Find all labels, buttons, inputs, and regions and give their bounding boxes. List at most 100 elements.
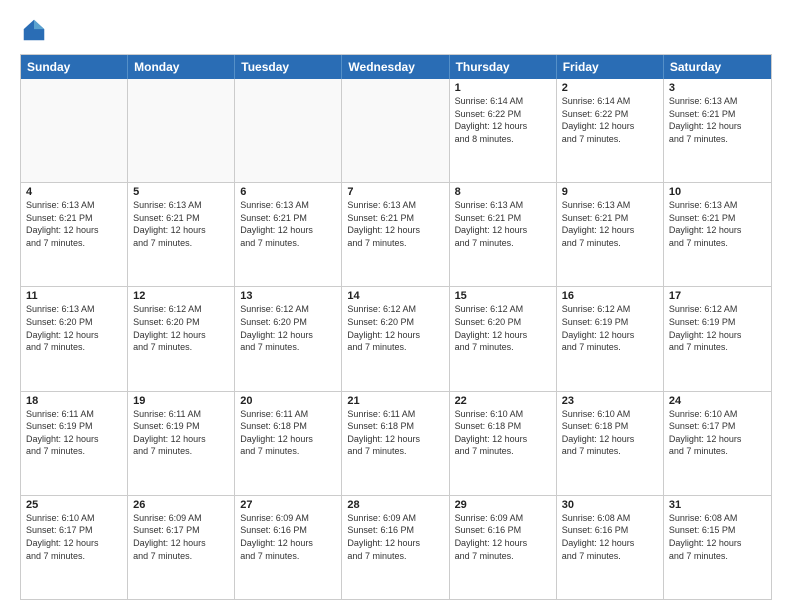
calendar-cell-31: 31Sunrise: 6:08 AMSunset: 6:15 PMDayligh…	[664, 496, 771, 599]
calendar-cell-1: 1Sunrise: 6:14 AMSunset: 6:22 PMDaylight…	[450, 79, 557, 182]
cell-info-line: Daylight: 12 hours	[347, 537, 443, 550]
cell-info-line: Sunrise: 6:10 AM	[455, 408, 551, 421]
header	[20, 16, 772, 44]
cell-info-line: Sunrise: 6:13 AM	[455, 199, 551, 212]
header-day-friday: Friday	[557, 55, 664, 79]
day-number: 10	[669, 186, 766, 198]
cell-info-line: Sunset: 6:15 PM	[669, 524, 766, 537]
cell-info-line: Sunrise: 6:12 AM	[240, 303, 336, 316]
cell-info-line: and 7 minutes.	[347, 550, 443, 563]
day-number: 6	[240, 186, 336, 198]
calendar-cell-5: 5Sunrise: 6:13 AMSunset: 6:21 PMDaylight…	[128, 183, 235, 286]
calendar-cell-8: 8Sunrise: 6:13 AMSunset: 6:21 PMDaylight…	[450, 183, 557, 286]
day-number: 1	[455, 82, 551, 94]
cell-info-line: Daylight: 12 hours	[347, 329, 443, 342]
cell-info-line: Sunset: 6:16 PM	[240, 524, 336, 537]
cell-info-line: and 7 minutes.	[669, 133, 766, 146]
cell-info-line: Sunrise: 6:12 AM	[455, 303, 551, 316]
cell-info-line: Sunset: 6:19 PM	[26, 420, 122, 433]
cell-info-line: Daylight: 12 hours	[455, 120, 551, 133]
day-number: 19	[133, 395, 229, 407]
cell-info-line: Sunrise: 6:10 AM	[26, 512, 122, 525]
calendar-cell-18: 18Sunrise: 6:11 AMSunset: 6:19 PMDayligh…	[21, 392, 128, 495]
cell-info-line: Daylight: 12 hours	[347, 224, 443, 237]
cell-info-line: Sunset: 6:20 PM	[347, 316, 443, 329]
cell-info-line: Sunrise: 6:13 AM	[240, 199, 336, 212]
calendar-cell-16: 16Sunrise: 6:12 AMSunset: 6:19 PMDayligh…	[557, 287, 664, 390]
cell-info-line: and 7 minutes.	[562, 133, 658, 146]
day-number: 20	[240, 395, 336, 407]
cell-info-line: Daylight: 12 hours	[562, 537, 658, 550]
calendar-body: 1Sunrise: 6:14 AMSunset: 6:22 PMDaylight…	[21, 79, 771, 599]
day-number: 7	[347, 186, 443, 198]
day-number: 28	[347, 499, 443, 511]
cell-info-line: and 7 minutes.	[347, 237, 443, 250]
calendar-cell-26: 26Sunrise: 6:09 AMSunset: 6:17 PMDayligh…	[128, 496, 235, 599]
cell-info-line: Sunset: 6:20 PM	[133, 316, 229, 329]
cell-info-line: Sunrise: 6:08 AM	[562, 512, 658, 525]
calendar-cell-17: 17Sunrise: 6:12 AMSunset: 6:19 PMDayligh…	[664, 287, 771, 390]
day-number: 24	[669, 395, 766, 407]
cell-info-line: Daylight: 12 hours	[133, 433, 229, 446]
day-number: 9	[562, 186, 658, 198]
cell-info-line: and 7 minutes.	[669, 237, 766, 250]
cell-info-line: Sunrise: 6:10 AM	[562, 408, 658, 421]
cell-info-line: Sunrise: 6:13 AM	[669, 199, 766, 212]
cell-info-line: Daylight: 12 hours	[669, 433, 766, 446]
cell-info-line: Daylight: 12 hours	[133, 537, 229, 550]
cell-info-line: and 7 minutes.	[240, 237, 336, 250]
calendar-cell-empty	[342, 79, 449, 182]
cell-info-line: Sunrise: 6:13 AM	[562, 199, 658, 212]
calendar: SundayMondayTuesdayWednesdayThursdayFrid…	[20, 54, 772, 600]
cell-info-line: Sunrise: 6:12 AM	[133, 303, 229, 316]
cell-info-line: and 7 minutes.	[455, 237, 551, 250]
cell-info-line: and 7 minutes.	[240, 341, 336, 354]
cell-info-line: Daylight: 12 hours	[455, 537, 551, 550]
header-day-monday: Monday	[128, 55, 235, 79]
cell-info-line: Daylight: 12 hours	[26, 433, 122, 446]
cell-info-line: Sunrise: 6:09 AM	[133, 512, 229, 525]
cell-info-line: Daylight: 12 hours	[562, 433, 658, 446]
cell-info-line: Sunrise: 6:14 AM	[562, 95, 658, 108]
cell-info-line: Sunset: 6:17 PM	[133, 524, 229, 537]
cell-info-line: Sunset: 6:19 PM	[562, 316, 658, 329]
cell-info-line: Sunset: 6:19 PM	[669, 316, 766, 329]
cell-info-line: Sunrise: 6:13 AM	[347, 199, 443, 212]
cell-info-line: and 7 minutes.	[562, 550, 658, 563]
cell-info-line: Sunrise: 6:10 AM	[669, 408, 766, 421]
calendar-cell-empty	[21, 79, 128, 182]
logo-icon	[20, 16, 48, 44]
cell-info-line: Sunset: 6:18 PM	[562, 420, 658, 433]
calendar-cell-29: 29Sunrise: 6:09 AMSunset: 6:16 PMDayligh…	[450, 496, 557, 599]
cell-info-line: Daylight: 12 hours	[455, 329, 551, 342]
cell-info-line: Sunset: 6:18 PM	[240, 420, 336, 433]
day-number: 31	[669, 499, 766, 511]
cell-info-line: Daylight: 12 hours	[669, 537, 766, 550]
cell-info-line: Sunrise: 6:14 AM	[455, 95, 551, 108]
calendar-cell-2: 2Sunrise: 6:14 AMSunset: 6:22 PMDaylight…	[557, 79, 664, 182]
calendar-cell-3: 3Sunrise: 6:13 AMSunset: 6:21 PMDaylight…	[664, 79, 771, 182]
cell-info-line: Sunrise: 6:13 AM	[26, 303, 122, 316]
cell-info-line: and 7 minutes.	[133, 341, 229, 354]
calendar-cell-27: 27Sunrise: 6:09 AMSunset: 6:16 PMDayligh…	[235, 496, 342, 599]
cell-info-line: Sunset: 6:17 PM	[26, 524, 122, 537]
day-number: 3	[669, 82, 766, 94]
header-day-saturday: Saturday	[664, 55, 771, 79]
cell-info-line: Sunset: 6:17 PM	[669, 420, 766, 433]
day-number: 21	[347, 395, 443, 407]
cell-info-line: and 7 minutes.	[347, 341, 443, 354]
cell-info-line: Daylight: 12 hours	[669, 224, 766, 237]
cell-info-line: Daylight: 12 hours	[669, 120, 766, 133]
calendar-cell-6: 6Sunrise: 6:13 AMSunset: 6:21 PMDaylight…	[235, 183, 342, 286]
cell-info-line: Sunrise: 6:08 AM	[669, 512, 766, 525]
calendar-cell-22: 22Sunrise: 6:10 AMSunset: 6:18 PMDayligh…	[450, 392, 557, 495]
page: SundayMondayTuesdayWednesdayThursdayFrid…	[0, 0, 792, 612]
cell-info-line: Daylight: 12 hours	[240, 433, 336, 446]
cell-info-line: Daylight: 12 hours	[562, 329, 658, 342]
calendar-cell-24: 24Sunrise: 6:10 AMSunset: 6:17 PMDayligh…	[664, 392, 771, 495]
cell-info-line: Sunset: 6:22 PM	[562, 108, 658, 121]
cell-info-line: Sunrise: 6:12 AM	[562, 303, 658, 316]
cell-info-line: Daylight: 12 hours	[133, 329, 229, 342]
calendar-cell-11: 11Sunrise: 6:13 AMSunset: 6:20 PMDayligh…	[21, 287, 128, 390]
cell-info-line: Sunset: 6:16 PM	[455, 524, 551, 537]
